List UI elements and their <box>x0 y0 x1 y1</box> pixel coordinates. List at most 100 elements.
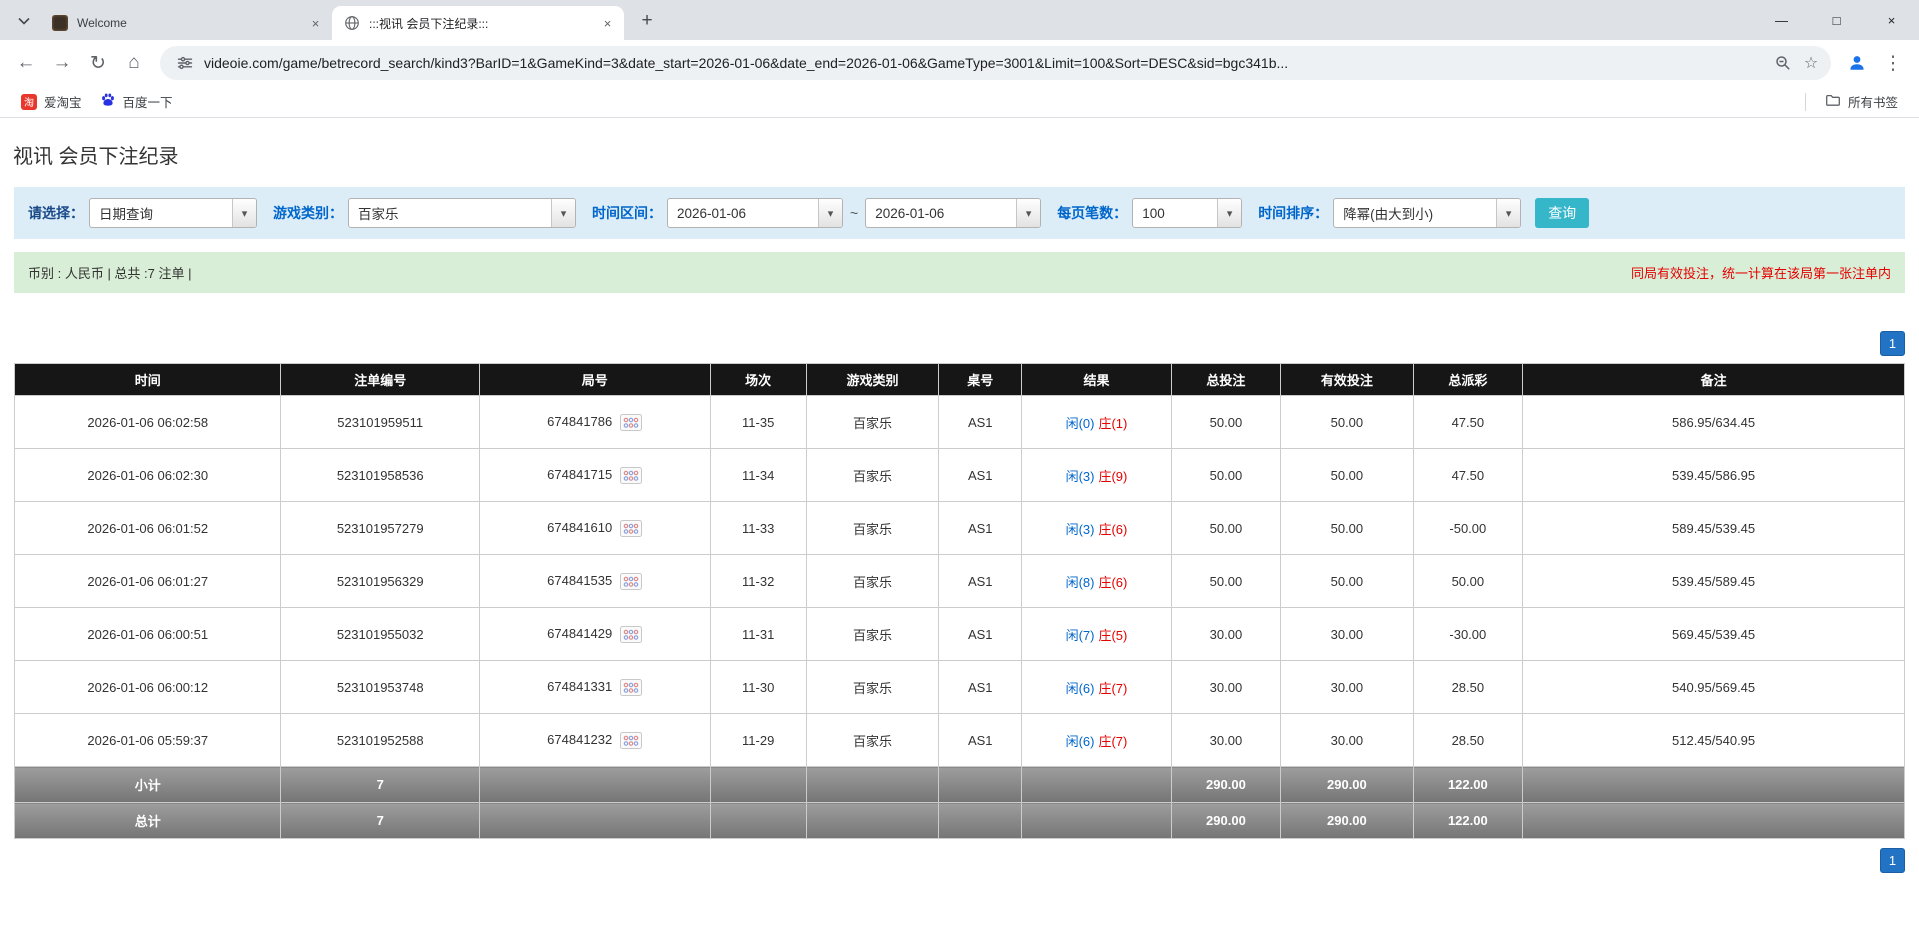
zoom-icon[interactable] <box>1769 49 1797 77</box>
all-bookmarks-button[interactable]: 所有书签 <box>1816 88 1907 115</box>
search-button[interactable]: 查询 <box>1535 198 1589 228</box>
address-bar[interactable]: videoie.com/game/betrecord_search/kind3?… <box>160 46 1831 80</box>
roadmap-icon[interactable] <box>620 520 642 537</box>
round-number: 674841786 <box>547 415 612 430</box>
window-minimize-button[interactable]: — <box>1754 0 1809 40</box>
cell-note: 540.95/569.45 <box>1523 661 1905 714</box>
cell-total-bet-link[interactable]: 30.00 <box>1171 608 1281 661</box>
col-header-bet-id: 注单编号 <box>281 364 479 396</box>
currency-summary-text: 币别 : 人民币 | 总共 :7 注单 | <box>28 263 192 282</box>
summary-bar: 币别 : 人民币 | 总共 :7 注单 | 同局有效投注，统一计算在该局第一张注… <box>14 252 1905 293</box>
cell-valid-bet: 30.00 <box>1281 661 1413 714</box>
cell-session: 11-33 <box>710 502 806 555</box>
sort-order-label: 时间排序： <box>1258 203 1328 223</box>
footer-empty <box>806 767 938 803</box>
cell-round: 674841610 <box>479 502 710 555</box>
roadmap-icon[interactable] <box>620 467 642 484</box>
sort-order-value: 降幂(由大到小) <box>1334 199 1496 227</box>
bookmark-star-icon[interactable]: ☆ <box>1797 49 1825 77</box>
close-icon[interactable]: × <box>599 15 616 32</box>
cell-time: 2026-01-06 06:02:58 <box>15 396 281 449</box>
reload-icon[interactable]: ↻ <box>80 45 116 81</box>
roadmap-icon[interactable] <box>620 414 642 431</box>
cell-valid-bet: 50.00 <box>1281 555 1413 608</box>
cell-payout: 47.50 <box>1413 396 1523 449</box>
cell-total-bet-link[interactable]: 50.00 <box>1171 396 1281 449</box>
chevron-down-icon[interactable]: ▾ <box>232 199 256 227</box>
cell-payout: 28.50 <box>1413 661 1523 714</box>
footer-count: 7 <box>281 767 479 803</box>
taobao-icon: 淘 <box>21 94 37 110</box>
home-icon[interactable]: ⌂ <box>116 45 152 81</box>
footer-total-bet: 290.00 <box>1171 767 1281 803</box>
chevron-down-icon[interactable]: ▾ <box>818 199 842 227</box>
bet-record-table: 时间注单编号局号场次游戏类别桌号结果总投注有效投注总派彩备注 2026-01-0… <box>14 363 1905 839</box>
cell-note: 539.45/589.45 <box>1523 555 1905 608</box>
cell-payout: -50.00 <box>1413 502 1523 555</box>
chevron-down-icon[interactable]: ▾ <box>1016 199 1040 227</box>
date-end-select[interactable]: 2026-01-06 ▾ <box>865 198 1041 228</box>
cell-table-no: AS1 <box>939 714 1022 767</box>
cell-bet-id: 523101958536 <box>281 449 479 502</box>
tab-search-icon[interactable] <box>10 7 38 35</box>
roadmap-icon[interactable] <box>620 679 642 696</box>
result-banker: 庄(5) <box>1098 628 1127 643</box>
cell-valid-bet: 50.00 <box>1281 396 1413 449</box>
profile-avatar[interactable] <box>1839 45 1875 81</box>
window-maximize-button[interactable]: □ <box>1809 0 1864 40</box>
col-header-note: 备注 <box>1523 364 1905 396</box>
cell-session: 11-29 <box>710 714 806 767</box>
bookmark-aitaobao[interactable]: 淘 爱淘宝 <box>12 88 91 115</box>
cell-session: 11-30 <box>710 661 806 714</box>
roadmap-icon[interactable] <box>620 732 642 749</box>
window-close-button[interactable]: × <box>1864 0 1919 40</box>
url-text[interactable]: videoie.com/game/betrecord_search/kind3?… <box>204 55 1769 71</box>
cell-total-bet-link[interactable]: 50.00 <box>1171 555 1281 608</box>
tab-title: Welcome <box>77 16 307 30</box>
round-number: 674841535 <box>547 574 612 589</box>
chevron-down-icon[interactable]: ▾ <box>1496 199 1520 227</box>
tab-bet-record[interactable]: :::视讯 会员下注纪录::: × <box>332 6 624 40</box>
new-tab-button[interactable]: + <box>633 7 661 35</box>
game-kind-select[interactable]: 百家乐 ▾ <box>348 198 576 228</box>
back-icon[interactable]: ← <box>8 45 44 81</box>
query-type-select[interactable]: 日期查询 ▾ <box>89 198 257 228</box>
page-1-button[interactable]: 1 <box>1880 331 1905 356</box>
cell-game-kind: 百家乐 <box>806 396 938 449</box>
cell-total-bet-link[interactable]: 30.00 <box>1171 661 1281 714</box>
per-page-select[interactable]: 100 ▾ <box>1132 198 1242 228</box>
footer-empty <box>710 767 806 803</box>
date-range-label: 时间区间： <box>592 203 662 223</box>
subtotal-row: 小计7290.00290.00122.00 <box>15 767 1905 803</box>
site-info-icon[interactable] <box>172 50 198 76</box>
table-row: 2026-01-06 06:00:51523101955032674841429… <box>15 608 1905 661</box>
chevron-down-icon[interactable]: ▾ <box>551 199 575 227</box>
cell-game-kind: 百家乐 <box>806 449 938 502</box>
col-header-table-no: 桌号 <box>939 364 1022 396</box>
sort-order-select[interactable]: 降幂(由大到小) ▾ <box>1333 198 1521 228</box>
date-start-select[interactable]: 2026-01-06 ▾ <box>667 198 843 228</box>
roadmap-icon[interactable] <box>620 626 642 643</box>
col-header-valid-bet: 有效投注 <box>1281 364 1413 396</box>
cell-round: 674841715 <box>479 449 710 502</box>
cell-total-bet-link[interactable]: 30.00 <box>1171 714 1281 767</box>
roadmap-icon[interactable] <box>620 573 642 590</box>
cell-result: 闲(7)庄(5) <box>1022 608 1171 661</box>
welcome-favicon-icon <box>52 15 68 31</box>
total-row: 总计7290.00290.00122.00 <box>15 803 1905 839</box>
menu-icon[interactable]: ⋮ <box>1875 45 1911 81</box>
forward-icon[interactable]: → <box>44 45 80 81</box>
footer-empty <box>1523 767 1905 803</box>
close-icon[interactable]: × <box>307 15 324 32</box>
page-1-button[interactable]: 1 <box>1880 848 1905 873</box>
cell-total-bet-link[interactable]: 50.00 <box>1171 502 1281 555</box>
cell-game-kind: 百家乐 <box>806 608 938 661</box>
footer-valid-bet: 290.00 <box>1281 803 1413 839</box>
table-header-row: 时间注单编号局号场次游戏类别桌号结果总投注有效投注总派彩备注 <box>15 364 1905 396</box>
cell-total-bet-link[interactable]: 50.00 <box>1171 449 1281 502</box>
bookmark-baidu[interactable]: 百度一下 <box>91 88 182 115</box>
bookmark-label: 百度一下 <box>123 92 173 111</box>
tab-welcome[interactable]: Welcome × <box>40 6 332 40</box>
chevron-down-icon[interactable]: ▾ <box>1217 199 1241 227</box>
cell-valid-bet: 50.00 <box>1281 449 1413 502</box>
